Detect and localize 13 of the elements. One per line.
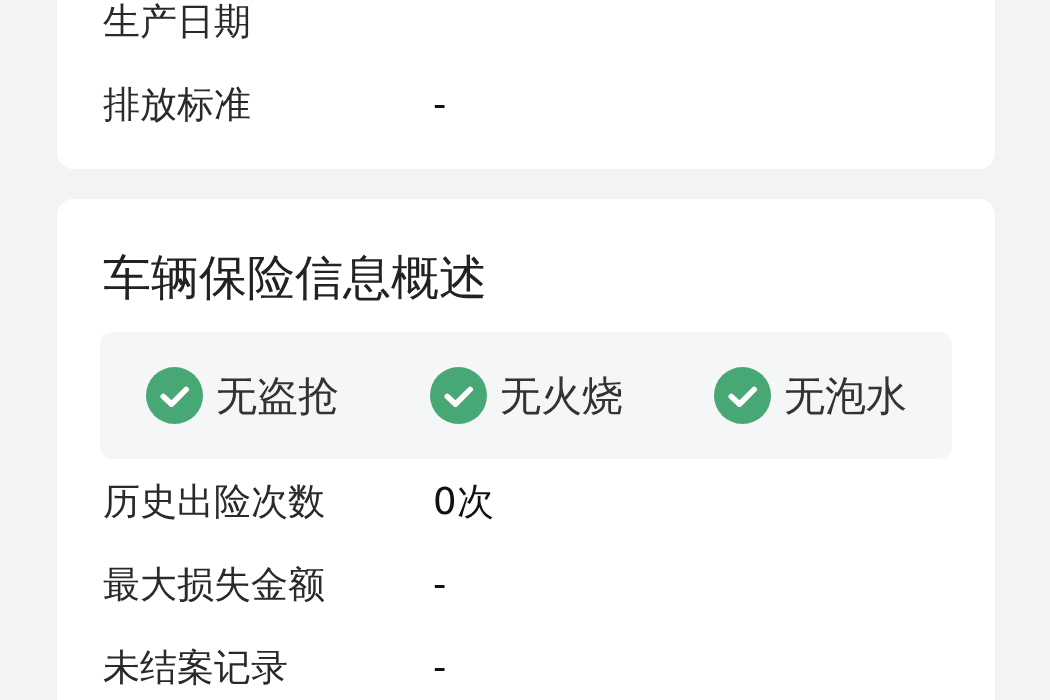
field-value: -	[433, 646, 447, 690]
field-value: 0次	[433, 480, 494, 524]
section-title: 车辆保险信息概述	[103, 249, 488, 305]
check-label: 无泡水	[783, 370, 907, 421]
field-value: -	[433, 563, 447, 607]
field-label: 生产日期	[103, 0, 252, 44]
field-label: 未结案记录	[103, 646, 289, 690]
field-label: 历史出险次数	[103, 480, 326, 524]
check-label: 无火烧	[499, 370, 623, 421]
field-label: 排放标准	[103, 83, 252, 127]
check-label: 无盗抢	[215, 370, 339, 421]
field-label: 最大损失金额	[103, 563, 326, 607]
field-value: -	[433, 83, 447, 127]
